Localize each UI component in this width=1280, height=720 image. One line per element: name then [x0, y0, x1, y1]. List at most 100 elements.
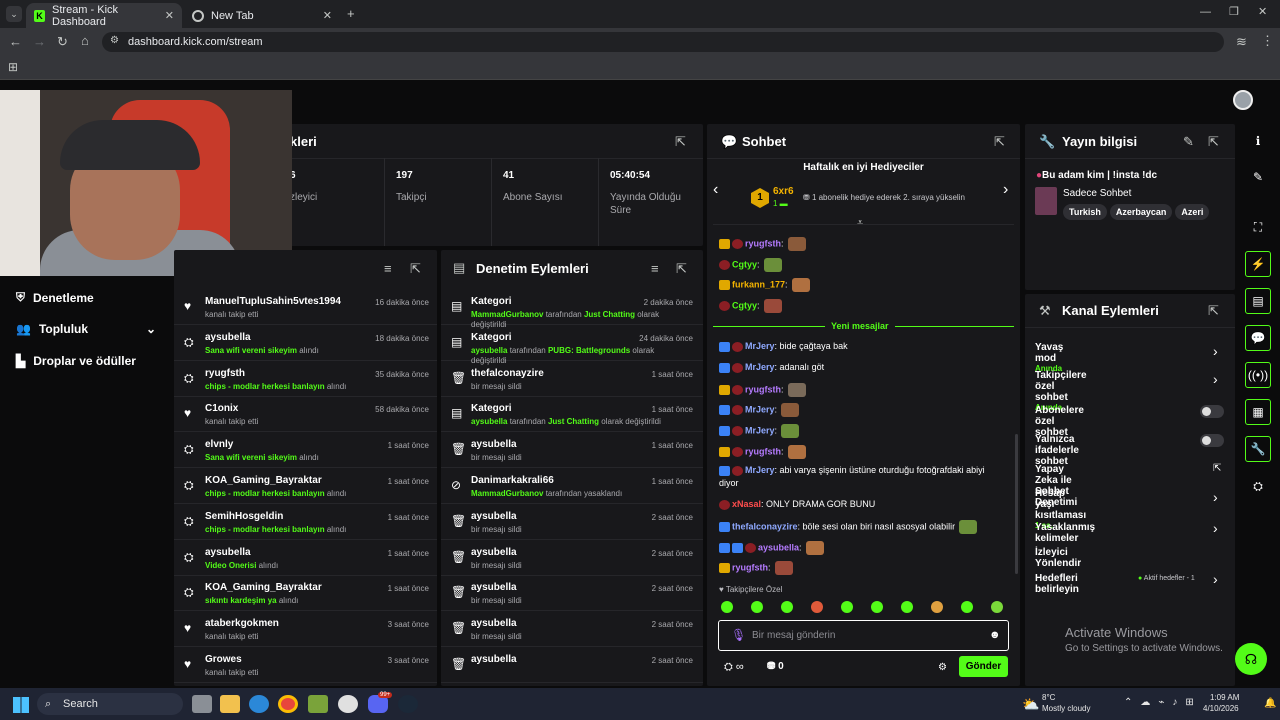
nav-drops[interactable]: ▙ Droplar ve ödüller	[16, 354, 136, 368]
moderation-row[interactable]: ▤ Kategori 1 saat önce aysubella tarafından…	[441, 397, 703, 433]
toggle-switch[interactable]	[1200, 434, 1224, 447]
moderator-name[interactable]: MammadGurbanov	[471, 310, 543, 319]
broadcast-icon[interactable]: ((•))	[1245, 362, 1271, 388]
stream-tag[interactable]: Turkish	[1063, 204, 1107, 220]
stream-tag[interactable]: Azeri	[1175, 204, 1210, 220]
send-button[interactable]: Gönder	[959, 656, 1008, 677]
lightning-icon[interactable]: ⚡	[1245, 251, 1271, 277]
moderation-target[interactable]: Danimarkakrali66	[471, 475, 554, 486]
activity-user[interactable]: KOA_Gaming_Bayraktar	[205, 475, 322, 486]
popout-icon[interactable]: ⇱	[675, 135, 686, 148]
minimize-icon[interactable]: —	[1200, 7, 1211, 18]
moderation-target[interactable]: aysubella	[471, 511, 517, 522]
tab-kick-dashboard[interactable]: K Stream - Kick Dashboard ✕	[26, 3, 182, 28]
chat-message[interactable]: ryugfsth:	[719, 561, 793, 575]
activity-user[interactable]: aysubella	[205, 332, 251, 343]
chat-username[interactable]: MrJery	[745, 341, 775, 351]
chevron-left-icon[interactable]: ‹	[713, 182, 718, 198]
activity-row[interactable]: ⛭ ryugfsth 35 dakika önce chips - modlar he…	[174, 362, 437, 397]
chat-message[interactable]: thefalconayzire: böle sesi olan biri nas…	[719, 520, 978, 534]
emote-icon[interactable]	[871, 601, 883, 613]
chrome-icon[interactable]	[278, 695, 298, 713]
reload-icon[interactable]: ↻	[57, 35, 68, 48]
top-gifter-name[interactable]: 6xr6	[773, 186, 794, 197]
moderation-row[interactable]: 🗑 aysubella 2 saat önce	[441, 648, 703, 683]
emote-icon[interactable]	[961, 601, 973, 613]
chevron-right-icon[interactable]: ›	[1213, 520, 1218, 536]
channel-action[interactable]: Yavaş mod Anında	[1035, 342, 1063, 373]
close-window-icon[interactable]: ✕	[1258, 7, 1267, 18]
activity-row[interactable]: ⛭ elvnly 1 saat önce Sana wifi vereni sikey…	[174, 433, 437, 469]
moderation-target[interactable]: Kategori	[471, 296, 512, 307]
app-icon[interactable]	[338, 695, 358, 713]
steam-icon[interactable]	[398, 695, 418, 713]
menu-icon[interactable]: ⋮	[1261, 34, 1274, 47]
chat-message[interactable]: ryugfsth:	[719, 445, 806, 459]
channel-action[interactable]: Hedefleri belirleyin	[1035, 573, 1079, 595]
activity-user[interactable]: ataberkgokmen	[205, 618, 279, 629]
chat-message[interactable]: diyor	[719, 478, 739, 488]
chat-message[interactable]: MrJery: adanalı göt	[719, 362, 824, 373]
moderation-row[interactable]: 🗑 thefalconayzire 1 saat önce bir mesajı si…	[441, 362, 703, 397]
moderation-row[interactable]: 🗑 aysubella 2 saat önce bir mesajı sildi	[441, 541, 703, 576]
activity-row[interactable]: ♥ ManuelTupluSahin5vtes1994 16 dakika önce…	[174, 290, 437, 325]
emote-icon[interactable]	[751, 601, 763, 613]
edge-icon[interactable]	[249, 695, 269, 713]
emoji-icon[interactable]: ☻	[989, 629, 1001, 641]
filter-icon[interactable]: ≡	[384, 262, 392, 275]
chevron-right-icon[interactable]: ›	[1213, 571, 1218, 587]
chat-username[interactable]: MrJery	[745, 425, 775, 435]
tab-search-icon[interactable]: ⌄	[6, 6, 22, 22]
moderation-row[interactable]: 🗑 aysubella 2 saat önce bir mesajı sildi	[441, 612, 703, 648]
moderation-target[interactable]: aysubella	[471, 654, 517, 665]
filter-icon[interactable]: ≡	[651, 262, 659, 275]
back-icon[interactable]: ←	[9, 35, 22, 48]
chat-username[interactable]: ryugfsth	[745, 238, 781, 248]
stream-tag[interactable]: Azerbaycan	[1109, 204, 1173, 220]
chevron-right-icon[interactable]: ›	[1213, 343, 1218, 359]
moderation-row[interactable]: 🗑 aysubella 2 saat önce bir mesajı sildi	[441, 505, 703, 540]
avatar[interactable]	[1233, 90, 1253, 110]
activity-user[interactable]: aysubella	[205, 547, 251, 558]
moderation-target[interactable]: aysubella	[471, 547, 517, 558]
activity-row[interactable]: ♥ ataberkgokmen 3 saat önce kanalı takip et…	[174, 612, 437, 648]
pencil-icon[interactable]: ✎	[1245, 164, 1271, 190]
nav-moderation[interactable]: ⛨ Denetleme	[16, 290, 94, 305]
chat-icon[interactable]: 💬	[1245, 325, 1271, 351]
chat-username[interactable]: furkann_177	[732, 279, 785, 289]
popout-icon[interactable]: ⇱	[1208, 135, 1219, 148]
taskbar-search[interactable]: ⌕ Search	[37, 693, 183, 715]
moderation-target[interactable]: aysubella	[471, 439, 517, 450]
crop-icon[interactable]: ⛶	[1245, 214, 1271, 240]
activity-user[interactable]: SemihHosgeldin	[205, 511, 283, 522]
moderator-name[interactable]: MammadGurbanov	[471, 489, 543, 498]
channel-action[interactable]: İzleyici Yönlendir	[1035, 547, 1081, 569]
activity-row[interactable]: ⛭ aysubella 1 saat önce Video Onerisi alınd…	[174, 541, 437, 576]
popout-icon[interactable]: ⇱	[1208, 304, 1219, 317]
new-tab-icon[interactable]: +	[347, 7, 355, 20]
minecraft-icon[interactable]	[308, 695, 328, 713]
tray-icons[interactable]: ⌃☁⌁♪⊞	[1124, 697, 1202, 708]
restore-icon[interactable]: ❐	[1229, 7, 1239, 18]
moderation-target[interactable]: thefalconayzire	[471, 368, 544, 379]
chat-username[interactable]: MrJery	[745, 404, 775, 414]
chat-username[interactable]: ryugfsth	[745, 384, 781, 394]
nav-community[interactable]: 👥 Topluluk ⌄	[16, 322, 156, 336]
chat-message[interactable]: aysubella:	[719, 541, 824, 555]
redeem-icon[interactable]: ⛭	[1245, 473, 1271, 499]
moderator-name[interactable]: aysubella	[471, 346, 507, 355]
stream-category[interactable]: Sadece Sohbet	[1063, 188, 1131, 199]
moderator-name[interactable]: aysubella	[471, 417, 507, 426]
chat-message[interactable]: Cgtyy:	[719, 258, 782, 272]
chat-username[interactable]: MrJery	[745, 362, 775, 372]
channel-points[interactable]: ⛃ 0	[767, 661, 784, 672]
close-tab-icon[interactable]: ✕	[165, 9, 174, 22]
close-tab-icon[interactable]: ✕	[323, 9, 332, 22]
chat-message[interactable]: ryugfsth:	[719, 237, 806, 251]
chat-message[interactable]: ryugfsth:	[719, 383, 806, 397]
extensions-icon[interactable]: ≋	[1236, 35, 1247, 48]
moderation-row[interactable]: 🗑 aysubella 2 saat önce bir mesajı sildi	[441, 576, 703, 612]
popout-icon[interactable]: ⇱	[676, 262, 687, 275]
infinity-icon[interactable]: ⛭ ∞	[724, 661, 744, 674]
file-explorer-icon[interactable]	[220, 695, 240, 713]
